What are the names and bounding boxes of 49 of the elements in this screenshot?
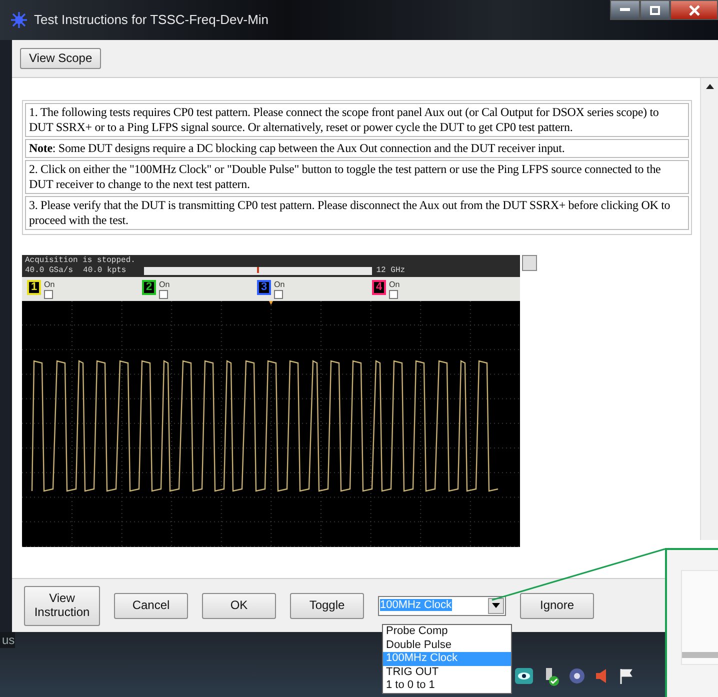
minimize-icon xyxy=(620,8,630,12)
app-icon xyxy=(10,11,28,30)
instruction-text: 1. The following tests requires CP0 test pattern. Please connect the scope front panel Aux out (or Cal Output for DSOX series scope) to DUT SSRX+ or to a Ping LFPS signal source. Or alternatively, reset or power cycle the DUT to get CP0 test pattern. xyxy=(25,103,689,137)
checkbox[interactable] xyxy=(159,290,168,299)
scope-minimize-button[interactable] xyxy=(522,255,537,271)
dropdown-option[interactable]: 1 to 0 to 1 xyxy=(383,679,511,692)
close-button[interactable] xyxy=(670,0,718,20)
maximize-button[interactable] xyxy=(640,0,670,20)
position-marker xyxy=(257,267,260,273)
action-button[interactable]: Ignore xyxy=(520,592,594,618)
scrollbar[interactable] xyxy=(700,78,718,540)
view-scope-button[interactable]: View Scope xyxy=(20,48,102,70)
checkbox[interactable] xyxy=(274,290,283,299)
checkbox[interactable] xyxy=(389,290,398,299)
minimize-button[interactable] xyxy=(610,0,640,20)
dropdown-option[interactable]: Probe Comp xyxy=(383,625,511,638)
instruction-text: 3. Please verify that the DUT is transmitting CP0 test pattern. Please disconnect the Aux out from the DUT SSRX+ before clicking OK to proceed with the test. xyxy=(25,196,689,230)
sample-rate: 40.0 GSa/s xyxy=(25,266,74,276)
action-button[interactable]: Toggle xyxy=(290,592,364,618)
dropdown-arrow-icon[interactable] xyxy=(492,603,500,608)
bandwidth-text: 12 GHz xyxy=(376,266,406,276)
speaker-icon[interactable] xyxy=(595,668,609,684)
eye-icon[interactable] xyxy=(515,668,533,684)
point-count: 40.0 kpts xyxy=(83,266,126,276)
window-title: Test Instructions for TSSC-Freq-Dev-Min xyxy=(34,11,269,30)
channel-number[interactable]: 1 xyxy=(27,280,41,295)
close-icon xyxy=(688,4,700,16)
taskbar-text: us xyxy=(0,632,15,648)
maximize-icon xyxy=(650,6,660,14)
dropdown-option[interactable]: TRIG OUT xyxy=(383,666,511,679)
channel-label: On xyxy=(159,280,170,289)
channel-label: On xyxy=(274,280,285,289)
dropdown-option[interactable]: Double Pulse xyxy=(383,638,511,652)
instruction-text: Note: Some DUT designs require a DC blocking cap between the Aux Out connection and the DUT receiver input. xyxy=(25,139,689,158)
channel-label: On xyxy=(44,280,55,289)
checkbox[interactable] xyxy=(44,290,53,299)
status-text: Acquisition is stopped. xyxy=(25,256,136,265)
instruction-text: 2. Click on either the "100MHz Clock" or "Double Pulse" button to toggle the test pattern or use the Ping LFPS source connected to the DUT receiver to change to the next test pattern. xyxy=(25,160,689,194)
channel-label: On xyxy=(389,280,400,289)
usb-check-icon[interactable] xyxy=(543,668,559,686)
action-button[interactable]: Cancel xyxy=(114,592,188,618)
channel-number[interactable]: 4 xyxy=(372,280,386,295)
action-button[interactable]: OK xyxy=(202,592,276,618)
disc-icon[interactable] xyxy=(569,668,585,684)
channel-number[interactable]: 2 xyxy=(142,280,156,295)
action-button[interactable]: View Instruction xyxy=(24,586,100,626)
channel-number[interactable]: 3 xyxy=(257,280,271,295)
scroll-up-icon[interactable] xyxy=(706,84,714,89)
flag-icon[interactable] xyxy=(619,668,633,684)
